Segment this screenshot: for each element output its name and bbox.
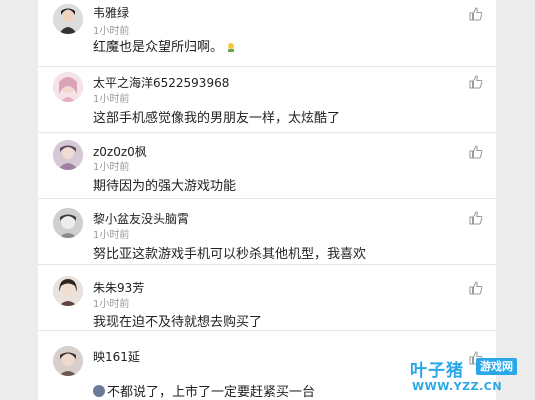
- watermark-url: WWW.YZZ.CN: [412, 380, 503, 393]
- avatar[interactable]: [53, 208, 83, 238]
- comment-item: z0z0z0枫 1小时前 期待因为的强大游戏功能: [38, 132, 496, 199]
- emoji-icon: [226, 41, 236, 52]
- thumbs-up-icon[interactable]: [469, 74, 483, 89]
- avatar[interactable]: [53, 276, 83, 306]
- comment-time: 1小时前: [93, 26, 130, 37]
- comment-item: 朱朱93芳 1小时前 我现在迫不及待就想去购买了: [38, 264, 496, 331]
- comment-time: 1小时前: [93, 162, 130, 173]
- avatar-mini-icon: [93, 385, 105, 397]
- commenter-name[interactable]: 韦雅绿: [93, 4, 129, 21]
- comment-text: 我现在迫不及待就想去购买了: [93, 315, 263, 330]
- comment-item: 韦雅绿 1小时前 红魔也是众望所归啊。: [38, 0, 496, 67]
- comment-item: 黎小盆友没头脑霄 1小时前 努比亚这款游戏手机可以秒杀其他机型，我喜欢: [38, 198, 496, 265]
- watermark-brand: 叶子猪: [410, 361, 464, 381]
- avatar[interactable]: [53, 72, 83, 102]
- comment-text: 这部手机感觉像我的男朋友一样，太炫酷了: [93, 111, 341, 126]
- avatar[interactable]: [53, 4, 83, 34]
- site-watermark: 叶子猪 游戏网 WWW.YZZ.CN: [410, 356, 530, 398]
- thumbs-up-icon[interactable]: [469, 144, 483, 159]
- thumbs-up-icon[interactable]: [469, 280, 483, 295]
- avatar[interactable]: [53, 140, 83, 170]
- comment-time: 1小时前: [93, 299, 130, 310]
- comment-text: 不都说了，上市了一定要赶紧买一台: [93, 381, 315, 400]
- comment-list: 韦雅绿 1小时前 红魔也是众望所归啊。 太平之海洋6522593968 1小时前…: [38, 0, 496, 400]
- comment-item: 太平之海洋6522593968 1小时前 这部手机感觉像我的男朋友一样，太炫酷了: [38, 66, 496, 133]
- commenter-name[interactable]: 太平之海洋6522593968: [93, 74, 229, 91]
- avatar[interactable]: [53, 346, 83, 376]
- comment-text: 期待因为的强大游戏功能: [93, 179, 237, 194]
- commenter-name[interactable]: 映161延: [93, 348, 140, 365]
- thumbs-up-icon[interactable]: [469, 210, 483, 225]
- watermark-tag: 游戏网: [476, 358, 517, 375]
- commenter-name[interactable]: 朱朱93芳: [93, 279, 144, 296]
- comment-text: 努比亚这款游戏手机可以秒杀其他机型，我喜欢: [93, 247, 367, 262]
- commenter-name[interactable]: 黎小盆友没头脑霄: [93, 210, 189, 227]
- comment-time: 1小时前: [93, 230, 130, 241]
- comment-text: 红魔也是众望所归啊。: [93, 36, 236, 55]
- comment-time: 1小时前: [93, 94, 130, 105]
- thumbs-up-icon[interactable]: [469, 6, 483, 21]
